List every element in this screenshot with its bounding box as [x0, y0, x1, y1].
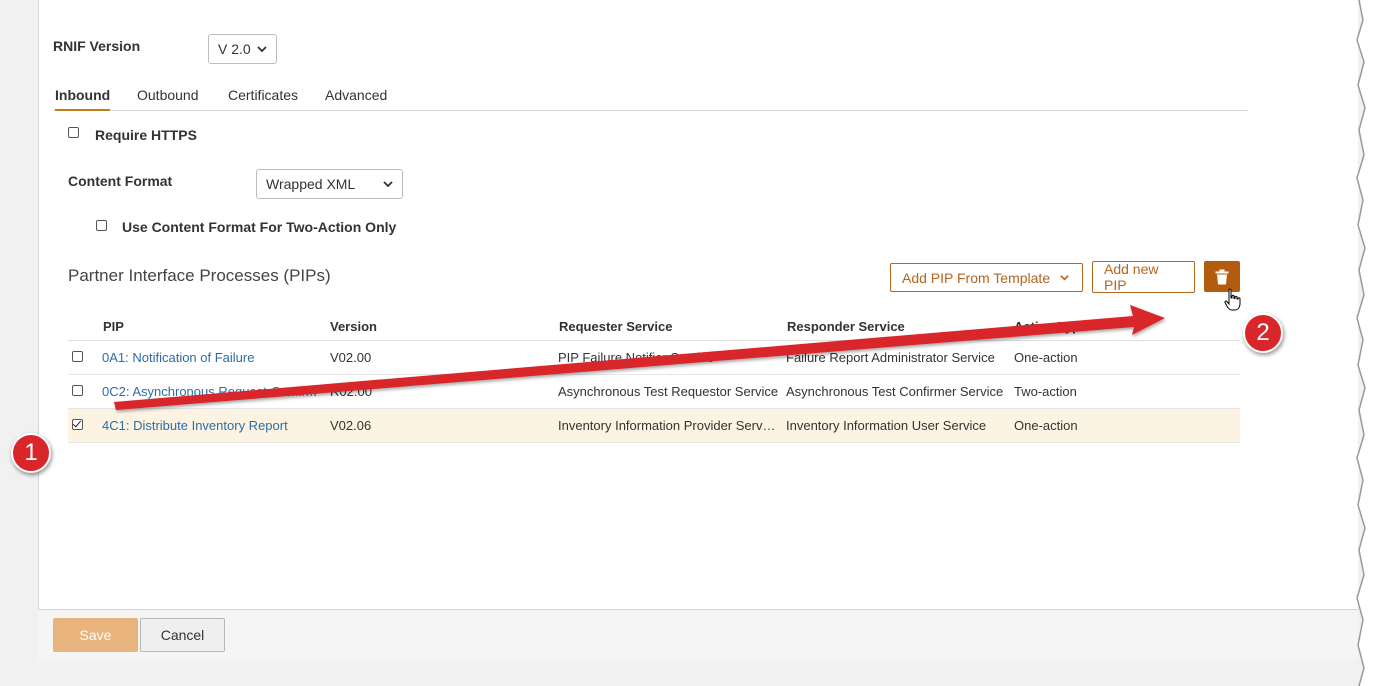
add-pip-from-template-label: Add PIP From Template	[902, 269, 1051, 286]
two-action-only-checkbox[interactable]	[96, 220, 107, 231]
rnif-version-select[interactable]: V 2.0	[208, 34, 277, 64]
content-format-label: Content Format	[68, 173, 173, 189]
pip-action-type: Two-action	[1014, 384, 1077, 399]
cancel-button[interactable]: Cancel	[140, 618, 225, 652]
table-row[interactable]: 0A1: Notification of Failure V02.00 PIP …	[68, 341, 1240, 375]
pip-version: V02.06	[330, 418, 372, 433]
table-row[interactable]: 4C1: Distribute Inventory Report V02.06 …	[68, 409, 1240, 443]
row-checkbox[interactable]	[72, 419, 83, 430]
settings-tabs: Inbound Outbound Certificates Advanced	[53, 84, 1248, 111]
pip-responder: Asynchronous Test Confirmer Service	[786, 384, 1004, 399]
column-header-pip[interactable]: PIP	[103, 319, 124, 334]
pip-requester: Inventory Information Provider Serv…	[558, 418, 776, 433]
table-row[interactable]: 0C2: Asynchronous Request-Confirm R02.00…	[68, 375, 1240, 409]
pip-version: R02.00	[330, 384, 372, 399]
column-header-responder[interactable]: Responder Service	[787, 319, 905, 334]
pip-responder: Failure Report Administrator Service	[786, 350, 995, 365]
rnif-version-label: RNIF Version	[53, 38, 141, 54]
tab-certificates[interactable]: Certificates	[228, 87, 298, 109]
rnif-version-value: V 2.0	[218, 41, 251, 57]
add-new-pip-label: Add new PIP	[1104, 261, 1159, 293]
torn-edge-decoration	[1356, 0, 1375, 686]
chevron-down-icon	[383, 181, 393, 188]
trash-icon	[1215, 269, 1229, 284]
two-action-only-label: Use Content Format For Two-Action Only	[122, 219, 397, 235]
pip-link[interactable]: 0C2: Asynchronous Request-Confirm	[102, 384, 320, 399]
pip-action-type: One-action	[1014, 350, 1078, 365]
hand-cursor-icon	[1224, 288, 1241, 311]
pip-responder: Inventory Information User Service	[786, 418, 987, 433]
require-https-label: Require HTTPS	[95, 127, 197, 143]
chevron-down-icon	[1060, 275, 1069, 281]
tab-inbound[interactable]: Inbound	[55, 87, 111, 111]
pip-link[interactable]: 4C1: Distribute Inventory Report	[102, 418, 322, 433]
add-new-pip-button[interactable]: Add new PIP	[1092, 261, 1195, 293]
pip-link[interactable]: 0A1: Notification of Failure	[102, 350, 322, 365]
add-pip-from-template-button[interactable]: Add PIP From Template	[890, 263, 1083, 292]
row-checkbox[interactable]	[72, 351, 83, 362]
require-https-checkbox[interactable]	[68, 127, 79, 138]
content-format-value: Wrapped XML	[266, 176, 356, 192]
pip-requester: PIP Failure Notifier Service	[558, 350, 714, 365]
step-2-callout: 2	[1243, 313, 1283, 353]
pip-version: V02.00	[330, 350, 372, 365]
save-button[interactable]: Save	[53, 618, 138, 652]
tab-outbound[interactable]: Outbound	[137, 87, 199, 109]
tab-advanced[interactable]: Advanced	[325, 87, 387, 109]
pips-section-title: Partner Interface Processes (PIPs)	[68, 266, 331, 285]
form-footer	[38, 609, 1358, 660]
pip-requester: Asynchronous Test Requestor Service	[558, 384, 779, 399]
column-header-action-type[interactable]: Action Type	[1014, 319, 1087, 334]
step-1-callout: 1	[11, 433, 51, 473]
row-checkbox[interactable]	[72, 385, 83, 396]
column-header-version[interactable]: Version	[330, 319, 377, 334]
table-header: PIP Version Requester Service Responder …	[68, 314, 1240, 341]
column-header-requester[interactable]: Requester Service	[559, 319, 672, 334]
pips-table: PIP Version Requester Service Responder …	[68, 314, 1240, 443]
content-format-select[interactable]: Wrapped XML	[256, 169, 403, 199]
chevron-down-icon	[257, 46, 267, 53]
pip-action-type: One-action	[1014, 418, 1078, 433]
